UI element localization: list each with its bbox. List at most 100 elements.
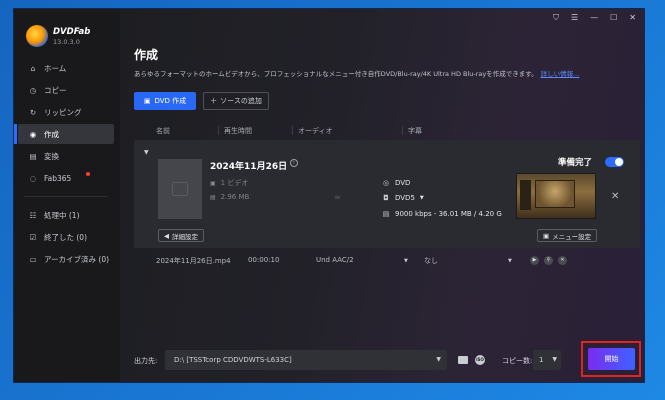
dvd-create-label: DVD 作成	[154, 97, 187, 105]
window-controls: ⛉ ☰ — ☐ ✕	[553, 13, 636, 23]
bitrate-info: ▤ 9000 kbps - 36.01 MB / 4.20 G	[382, 210, 502, 218]
maximize-icon[interactable]: ☐	[610, 13, 617, 23]
subtitle-text: あらゆるフォーマットのホームビデオから、プロフェッショナルなメニュー付き自作DV…	[134, 70, 538, 78]
sidebar-item-fab365[interactable]: ◌ Fab365	[18, 168, 114, 188]
start-button[interactable]: 開始	[588, 348, 635, 370]
disc-type-select[interactable]: ◘ DVD5 ▼	[382, 194, 424, 202]
sidebar-item-finished[interactable]: ☑ 終了した (0)	[18, 227, 114, 247]
column-audio: オーディオ	[298, 127, 333, 135]
sidebar-item-label: 変換	[44, 151, 59, 161]
column-duration: 再生時間	[224, 127, 252, 135]
notification-dot	[86, 172, 90, 176]
video-icon: ▣	[210, 179, 216, 187]
output-format-text: DVD	[395, 179, 411, 187]
output-path-select[interactable]: D:\ [TSSTcorp CDDVDWTS-L633C] ▼	[165, 350, 447, 370]
menu-icon: ▣	[543, 231, 550, 240]
brand: DVDFab 13.0.3.0	[26, 25, 90, 47]
task-card: ▼ 2024年11月26日 i ▣ 1 ビデオ ▤ 2.96 MB ››› ◎ …	[134, 140, 640, 248]
file-size-text: 2.96 MB	[220, 193, 250, 201]
close-icon[interactable]: ✕	[629, 13, 636, 23]
app-window: DVDFab 13.0.3.0 ⌂ ホーム ◷ コピー ↻ リッピング ◉ 作成	[14, 9, 644, 382]
chevron-down-icon[interactable]: ▼	[404, 258, 408, 264]
menu-preview-thumbnail[interactable]	[516, 173, 596, 219]
audio-select[interactable]: Und AAC/2	[316, 256, 354, 264]
menu-settings-button[interactable]: ▣ メニュー設定	[537, 229, 598, 242]
chevron-down-icon: ▼	[419, 195, 424, 201]
disc-format-icon: ◎	[382, 179, 390, 187]
video-count-text: 1 ビデオ	[220, 179, 249, 187]
menu-icon[interactable]: ☰	[571, 13, 578, 23]
brand-name: DVDFab	[53, 26, 91, 37]
rip-icon: ↻	[29, 107, 37, 117]
sidebar-item-create[interactable]: ◉ 作成	[14, 124, 114, 144]
storage-icon: ▤	[210, 193, 216, 201]
more-info-link[interactable]: 詳しい情報...	[541, 70, 580, 78]
sidebar-item-label: コピー	[44, 85, 67, 95]
storage-icon: ▤	[382, 210, 390, 218]
video-placeholder-icon	[172, 182, 188, 196]
bottom-bar: 出力先: D:\ [TSSTcorp CDDVDWTS-L633C] ▼ ISO…	[120, 339, 644, 382]
sidebar-item-convert[interactable]: ▤ 変換	[18, 146, 114, 166]
column-divider	[292, 126, 293, 135]
add-source-button[interactable]: ＋ ソースの追加	[203, 92, 269, 110]
video-count: ▣ 1 ビデオ	[210, 178, 248, 188]
chevron-down-icon: ▼	[552, 356, 557, 363]
sidebar-item-label: アーカイブ済み (0)	[44, 254, 110, 264]
sidebar-item-home[interactable]: ⌂ ホーム	[18, 58, 114, 78]
info-icon[interactable]: i	[290, 159, 298, 167]
minimize-icon[interactable]: —	[590, 13, 598, 23]
disc-icon: ▣	[143, 97, 151, 105]
iso-icon[interactable]: ISO	[475, 355, 485, 365]
chevron-down-icon: ▼	[436, 356, 441, 363]
add-source-label: ソースの追加	[220, 97, 262, 105]
collapse-caret-icon[interactable]: ▼	[144, 149, 149, 156]
plus-icon: ＋	[210, 97, 218, 105]
file-name: 2024年11月26日.mp4	[156, 257, 231, 265]
sidebar-item-copy[interactable]: ◷ コピー	[18, 80, 114, 100]
disc-type-text: DVD5	[395, 194, 415, 202]
sidebar-nav: ⌂ ホーム ◷ コピー ↻ リッピング ◉ 作成 ▤ 変換 ◌ Fab365 ☷…	[14, 58, 114, 271]
sidebar: DVDFab 13.0.3.0 ⌂ ホーム ◷ コピー ↻ リッピング ◉ 作成	[14, 9, 120, 382]
page-title: 作成	[134, 48, 159, 62]
menu-preview-sidebar	[520, 180, 531, 210]
fab365-icon: ◌	[29, 173, 37, 183]
sidebar-item-label: ホーム	[44, 63, 67, 73]
status-ready: 準備完了	[558, 158, 593, 168]
disc-type-icon: ◘	[383, 194, 389, 202]
shirt-icon[interactable]: ⛉	[553, 13, 559, 23]
menu-settings-label: メニュー設定	[552, 232, 592, 241]
copies-value: 1	[539, 356, 544, 364]
play-icon[interactable]: ▶	[530, 256, 539, 265]
file-duration: 00:00:10	[248, 256, 280, 264]
column-divider	[218, 126, 219, 135]
column-header: 名前 再生時間 オーディオ 字幕	[134, 124, 640, 138]
sidebar-item-label: リッピング	[44, 107, 82, 117]
enable-toggle[interactable]	[605, 157, 624, 167]
column-name: 名前	[156, 127, 170, 135]
menu-preview-frame	[535, 180, 575, 208]
sidebar-item-archived[interactable]: ▭ アーカイブ済み (0)	[18, 249, 114, 269]
sidebar-item-processing[interactable]: ☷ 処理中 (1)	[18, 205, 114, 225]
task-title: 2024年11月26日	[210, 162, 288, 172]
output-label: 出力先:	[134, 357, 158, 365]
remove-task-icon[interactable]: ✕	[611, 191, 619, 202]
advanced-settings-button[interactable]: ◀ 詳細設定	[158, 229, 204, 242]
folder-icon[interactable]	[458, 356, 468, 364]
arrow-left-icon: ◀	[164, 231, 169, 240]
copies-select[interactable]: 1 ▼	[533, 350, 561, 370]
create-icon: ◉	[29, 129, 37, 139]
copies-label: コピー数:	[502, 357, 533, 365]
convert-icon: ▤	[29, 151, 37, 161]
sidebar-item-ripping[interactable]: ↻ リッピング	[18, 102, 114, 122]
delete-icon[interactable]: ✕	[558, 256, 567, 265]
page-subtitle: あらゆるフォーマットのホームビデオから、プロフェッショナルなメニュー付き自作DV…	[134, 68, 579, 78]
output-path-text: D:\ [TSSTcorp CDDVDWTS-L633C]	[174, 356, 292, 364]
video-thumbnail	[158, 159, 202, 219]
chevron-down-icon[interactable]: ▼	[508, 258, 512, 264]
file-row: 2024年11月26日.mp4 00:00:10 Und AAC/2 ▼ なし …	[134, 254, 640, 268]
subtitle-select[interactable]: なし	[424, 256, 438, 266]
zoom-icon[interactable]: ⚲	[544, 256, 553, 265]
bitrate-info-text: 9000 kbps - 36.01 MB / 4.20 G	[395, 210, 502, 218]
sidebar-item-label: 作成	[44, 129, 59, 139]
dvd-create-button[interactable]: ▣ DVD 作成	[134, 92, 196, 110]
